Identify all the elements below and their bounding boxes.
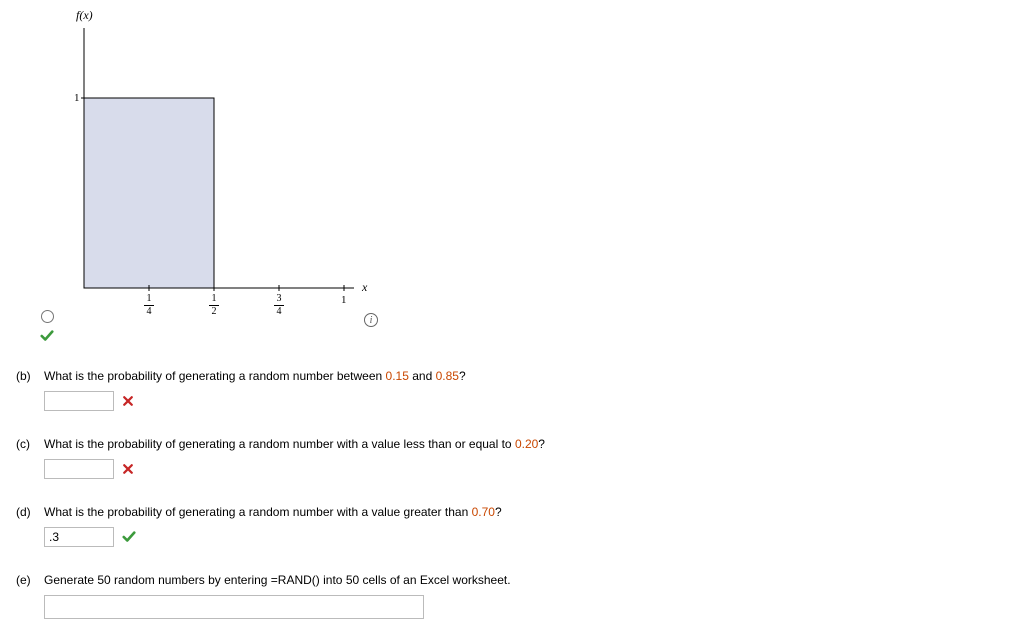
answer-input-d[interactable] xyxy=(44,527,114,547)
cross-icon xyxy=(122,395,134,407)
question-label: (b) xyxy=(16,369,38,383)
x-tick-0: 1 4 xyxy=(144,294,154,317)
x-tick-1: 1 2 xyxy=(209,294,219,317)
question-d: (d) What is the probability of generatin… xyxy=(16,505,1008,547)
frac-den: 4 xyxy=(147,306,152,317)
question-c: (c) What is the probability of generatin… xyxy=(16,437,1008,479)
frac-num: 3 xyxy=(277,293,282,304)
question-text: Generate 50 random numbers by entering =… xyxy=(44,573,511,587)
pdf-chart-svg xyxy=(44,8,384,318)
frac-num: 1 xyxy=(147,293,152,304)
frac-den: 2 xyxy=(212,306,217,317)
question-label: (e) xyxy=(16,573,38,587)
question-b: (b) What is the probability of generatin… xyxy=(16,369,1008,411)
x-tick-2: 3 4 xyxy=(274,294,284,317)
answer-input-b[interactable] xyxy=(44,391,114,411)
x-axis-label: x xyxy=(362,280,367,295)
answer-input-e[interactable] xyxy=(44,595,424,619)
question-e: (e) Generate 50 random numbers by enteri… xyxy=(16,573,1008,619)
check-icon xyxy=(40,329,54,343)
question-text: What is the probability of generating a … xyxy=(44,505,502,519)
answer-input-c[interactable] xyxy=(44,459,114,479)
question-text: What is the probability of generating a … xyxy=(44,369,466,383)
check-icon xyxy=(122,530,136,544)
question-label: (c) xyxy=(16,437,38,451)
frac-num: 1 xyxy=(212,293,217,304)
frac-den: 4 xyxy=(277,306,282,317)
graph-choice-row xyxy=(40,328,1008,343)
x-tick-3: 1 xyxy=(341,294,347,306)
info-icon[interactable]: i xyxy=(364,313,378,327)
question-label: (d) xyxy=(16,505,38,519)
page: f(x) x 1 1 4 1 2 3 4 1 i xyxy=(0,0,1024,635)
y-tick-1: 1 xyxy=(74,92,80,104)
cross-icon xyxy=(122,463,134,475)
question-text: What is the probability of generating a … xyxy=(44,437,545,451)
y-axis-label: f(x) xyxy=(76,8,93,23)
pdf-chart: f(x) x 1 1 4 1 2 3 4 1 i xyxy=(44,8,404,328)
